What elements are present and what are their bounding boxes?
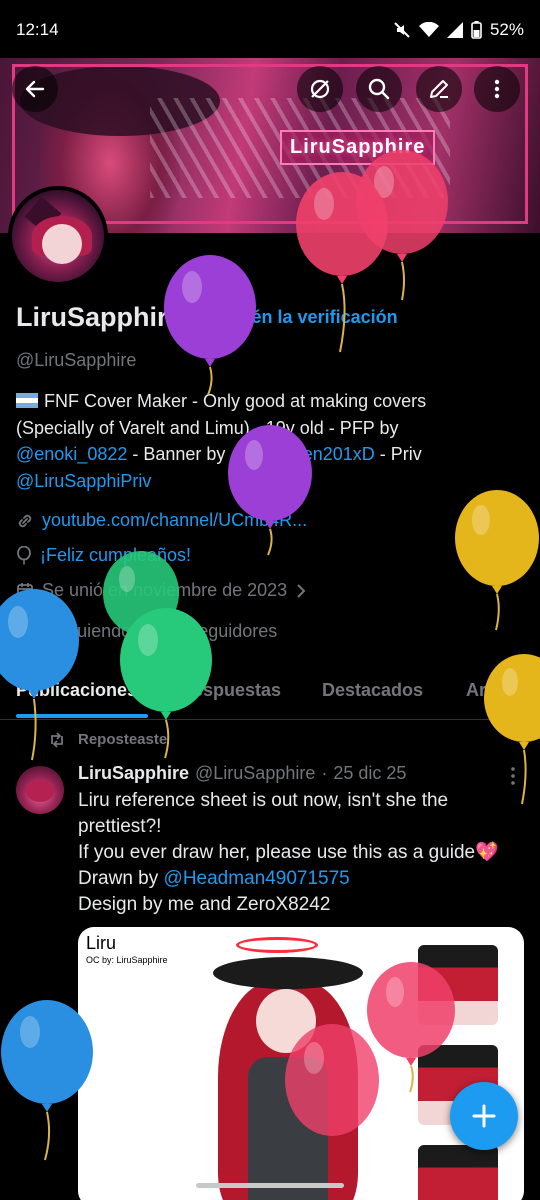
tab-destacados[interactable]: Destacados [322, 680, 423, 701]
bio-tail-text: - Priv [374, 444, 422, 464]
balloon-yellow-1[interactable] [454, 490, 540, 631]
balloon-icon [484, 654, 540, 805]
post-author-avatar[interactable] [16, 766, 64, 814]
balloon-icon [164, 255, 256, 396]
status-bar: 12:14 52% [0, 0, 540, 60]
post-author-handle[interactable]: @LiruSapphire [195, 763, 315, 784]
more-button[interactable] [474, 66, 520, 112]
grok-button[interactable] [297, 66, 343, 112]
more-icon [494, 79, 500, 99]
post-line-5: Design by me and ZeroX8242 [78, 894, 331, 915]
compose-button[interactable] [450, 1082, 518, 1150]
chevron-right-icon [297, 583, 306, 598]
home-indicator[interactable] [196, 1183, 344, 1188]
balloon-purple-2[interactable] [226, 425, 314, 556]
balloon-icon [285, 1024, 379, 1136]
post-date[interactable]: 25 dic 25 [333, 763, 406, 784]
avatar-face [42, 224, 82, 264]
media-subtitle: OC by: LiruSapphire [86, 955, 168, 965]
bio-mention-pfp[interactable]: @enoki_0822 [16, 444, 127, 464]
grok-icon [310, 79, 330, 99]
profile-handle: @LiruSapphire [16, 350, 137, 370]
search-button[interactable] [356, 66, 402, 112]
balloon-pink-2[interactable] [294, 172, 390, 353]
post-text: Liru reference sheet is out now, isn't s… [78, 788, 528, 918]
post-line-3: If you ever draw her, please use this as… [78, 842, 499, 863]
balloon-yellow-2[interactable] [484, 654, 540, 805]
edit-button[interactable] [416, 66, 462, 112]
media-title: Liru [86, 933, 117, 953]
balloon-icon [228, 425, 312, 556]
bio-mention-priv[interactable]: @LiruSapphiPriv [16, 471, 151, 491]
argentina-flag-icon [16, 393, 38, 408]
bio-mid-text: - Banner by [127, 444, 231, 464]
post-line-1: Liru reference sheet is out now, isn't s… [78, 790, 449, 811]
reference-thumb-3 [418, 1145, 498, 1200]
post-line-2: prettiest?! [78, 816, 162, 837]
status-time: 12:14 [16, 20, 59, 39]
bio-line-2: (Specially of Varelt and Limu) - 19y old… [16, 417, 399, 438]
balloon-blue-1[interactable] [0, 589, 80, 761]
post-avatar-hair [26, 780, 54, 802]
balloon-green-2[interactable] [118, 608, 214, 759]
balloon-icon [296, 172, 388, 353]
balloon-icon [0, 589, 79, 761]
character-hat [213, 957, 363, 989]
post-line-4-prefix: Drawn by [78, 868, 164, 889]
back-button[interactable] [12, 66, 58, 112]
edit-icon [430, 80, 448, 98]
post-author-name[interactable]: LiruSapphire [78, 763, 189, 784]
status-icons: 52% [393, 20, 524, 40]
profile-avatar[interactable] [8, 186, 108, 286]
mute-icon [394, 22, 410, 38]
balloon-pink-4[interactable] [284, 1024, 380, 1194]
balloon-icon [17, 545, 31, 564]
display-name: LiruSapphire [16, 302, 183, 332]
balloon-icon [1, 1000, 93, 1161]
battery-icon [471, 21, 482, 39]
character-halo [236, 937, 318, 953]
post-header: LiruSapphire @LiruSapphire · 25 dic 25 [78, 763, 406, 784]
profile-tabs: Publicaciones Respuestas Destacados Artí… [0, 664, 540, 720]
back-arrow-icon [25, 80, 45, 98]
post-separator: · [321, 763, 328, 783]
signal-icon [446, 22, 463, 38]
balloon-purple-1[interactable] [162, 255, 258, 396]
post-mention-artist[interactable]: @Headman49071575 [164, 868, 350, 889]
balloon-icon [455, 490, 539, 631]
balloon-icon [120, 608, 212, 759]
link-icon [18, 514, 32, 527]
search-icon [368, 78, 390, 100]
balloon-blue-2[interactable] [0, 1000, 94, 1161]
battery-percent: 52% [489, 20, 524, 39]
wifi-icon [418, 22, 439, 37]
compose-plus-icon [472, 1104, 496, 1128]
